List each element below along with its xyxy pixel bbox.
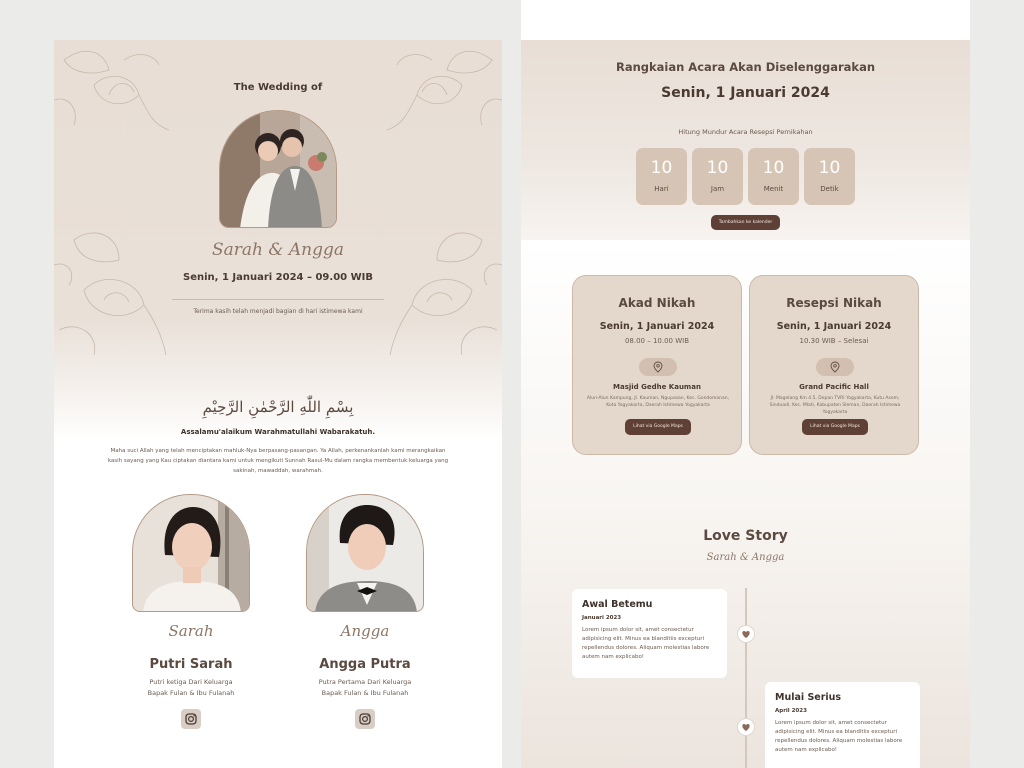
bride-script-name: Sarah <box>168 622 214 640</box>
groom-instagram-button[interactable] <box>355 709 375 729</box>
salam-greeting: Assalamu'alaikum Warahmatullahi Wabaraka… <box>180 428 376 436</box>
event-title: Resepsi Nikah <box>786 296 882 310</box>
countdown-seconds: 10 Detik <box>804 148 855 205</box>
story-date: April 2023 <box>775 708 807 714</box>
groom-photo <box>306 494 424 612</box>
event-venue: Masjid Gedhe Kauman <box>613 383 701 391</box>
countdown-days-value: 10 <box>650 158 673 178</box>
couple-script-name: Sarah & Angga <box>211 240 345 260</box>
instagram-icon <box>359 713 371 725</box>
story-text: Lorem ipsum dolor sit, amet consectetur … <box>775 720 903 753</box>
divider <box>172 299 384 300</box>
event-date: Senin, 1 Januari 2024 <box>776 321 892 332</box>
timeline-line <box>745 588 747 768</box>
location-pin-badge <box>639 358 677 376</box>
countdown-minutes: 10 Menit <box>748 148 799 205</box>
event-date: Senin, 1 Januari 2024 <box>599 321 715 332</box>
story-text: Lorem ipsum dolor sit, amet consectetur … <box>582 627 710 660</box>
story-title: Mulai Serius <box>775 692 842 703</box>
countdown-hours-label: Jam <box>710 185 725 193</box>
event-time: 10.30 WIB – Selesai <box>799 337 869 345</box>
event-title: Akad Nikah <box>618 296 696 310</box>
google-maps-button-akad[interactable]: Lihat via Google Maps <box>625 419 691 435</box>
countdown-seconds-label: Detik <box>820 185 839 193</box>
story-date: Januari 2023 <box>582 615 622 621</box>
heart-icon <box>742 724 750 731</box>
add-to-calendar-button[interactable]: Tambahkan ke kalender <box>711 215 780 230</box>
countdown-days-label: Hari <box>654 185 669 193</box>
event-card-resepsi: Resepsi Nikah Senin, 1 Januari 2024 10.3… <box>749 275 919 455</box>
countdown-seconds-value: 10 <box>818 158 841 178</box>
google-maps-button-resepsi[interactable]: Lihat via Google Maps <box>802 419 868 435</box>
bride-parents-line2: Bapak Fulan & Ibu Fulanah <box>147 689 235 697</box>
instagram-icon <box>185 713 197 725</box>
location-pin-badge <box>816 358 854 376</box>
countdown-hours: 10 Jam <box>692 148 743 205</box>
map-pin-icon <box>830 361 840 373</box>
countdown-hours-value: 10 <box>706 158 729 178</box>
couple-photo <box>219 110 337 228</box>
countdown-days: 10 Hari <box>636 148 687 205</box>
countdown-minutes-label: Menit <box>763 185 784 193</box>
timeline-marker <box>737 718 755 736</box>
story-card-getting-serious: Mulai Serius April 2023 Lorem ipsum dolo… <box>765 682 920 768</box>
love-story-subtitle: Sarah & Angga <box>706 552 785 563</box>
bride-photo <box>132 494 250 612</box>
wedding-datetime: Senin, 1 Januari 2024 – 09.00 WIB <box>183 272 373 283</box>
event-venue: Grand Pacific Hall <box>799 383 869 391</box>
thanks-text: Terima kasih telah menjadi bagian di har… <box>193 308 363 315</box>
event-address: Jl. Magelang Km 4.5, Depan TVRI Yogyakar… <box>769 396 901 415</box>
bride-instagram-button[interactable] <box>181 709 201 729</box>
event-address: Alun-Alun Kampung, Jl. Kauman, Ngupasan,… <box>586 396 730 408</box>
groom-parents-line1: Putra Pertama Dari Keluarga <box>318 678 412 686</box>
countdown-minutes-value: 10 <box>762 158 785 178</box>
love-story-title: Love Story <box>703 528 788 544</box>
heart-icon <box>742 631 750 638</box>
events-date: Senin, 1 Januari 2024 <box>661 85 830 101</box>
story-card-first-meet: Awal Betemu Januari 2023 Lorem ipsum dol… <box>572 589 727 678</box>
map-pin-icon <box>653 361 663 373</box>
groom-script-name: Angga <box>340 622 390 640</box>
invitation-cover-panel: The Wedding of Sarah & Angga Senin, 1 Ja… <box>54 40 502 768</box>
event-time: 08.00 – 10.00 WIB <box>624 337 690 345</box>
story-title: Awal Betemu <box>582 599 653 610</box>
bride-parents-line1: Putri ketiga Dari Keluarga <box>149 678 233 686</box>
event-card-akad: Akad Nikah Senin, 1 Januari 2024 08.00 –… <box>572 275 742 455</box>
groom-parents-line2: Bapak Fulan & Ibu Fulanah <box>321 689 409 697</box>
events-heading: Rangkaian Acara Akan Diselenggarakan <box>615 60 876 74</box>
opening-verse: Maha suci Allah yang telah menciptakan m… <box>107 448 449 474</box>
bride-full-name: Putri Sarah <box>149 657 233 672</box>
event-details-panel: Rangkaian Acara Akan Diselenggarakan Sen… <box>521 0 970 768</box>
timeline-marker <box>737 625 755 643</box>
groom-full-name: Angga Putra <box>319 657 411 672</box>
hero-title: The Wedding of <box>233 82 323 93</box>
countdown-label: Hitung Mundur Acara Resepsi Pernikahan <box>678 128 813 136</box>
bismillah: بِسْمِ اللّٰهِ الرَّحْمٰنِ الرَّحِيْمِ <box>202 398 354 416</box>
